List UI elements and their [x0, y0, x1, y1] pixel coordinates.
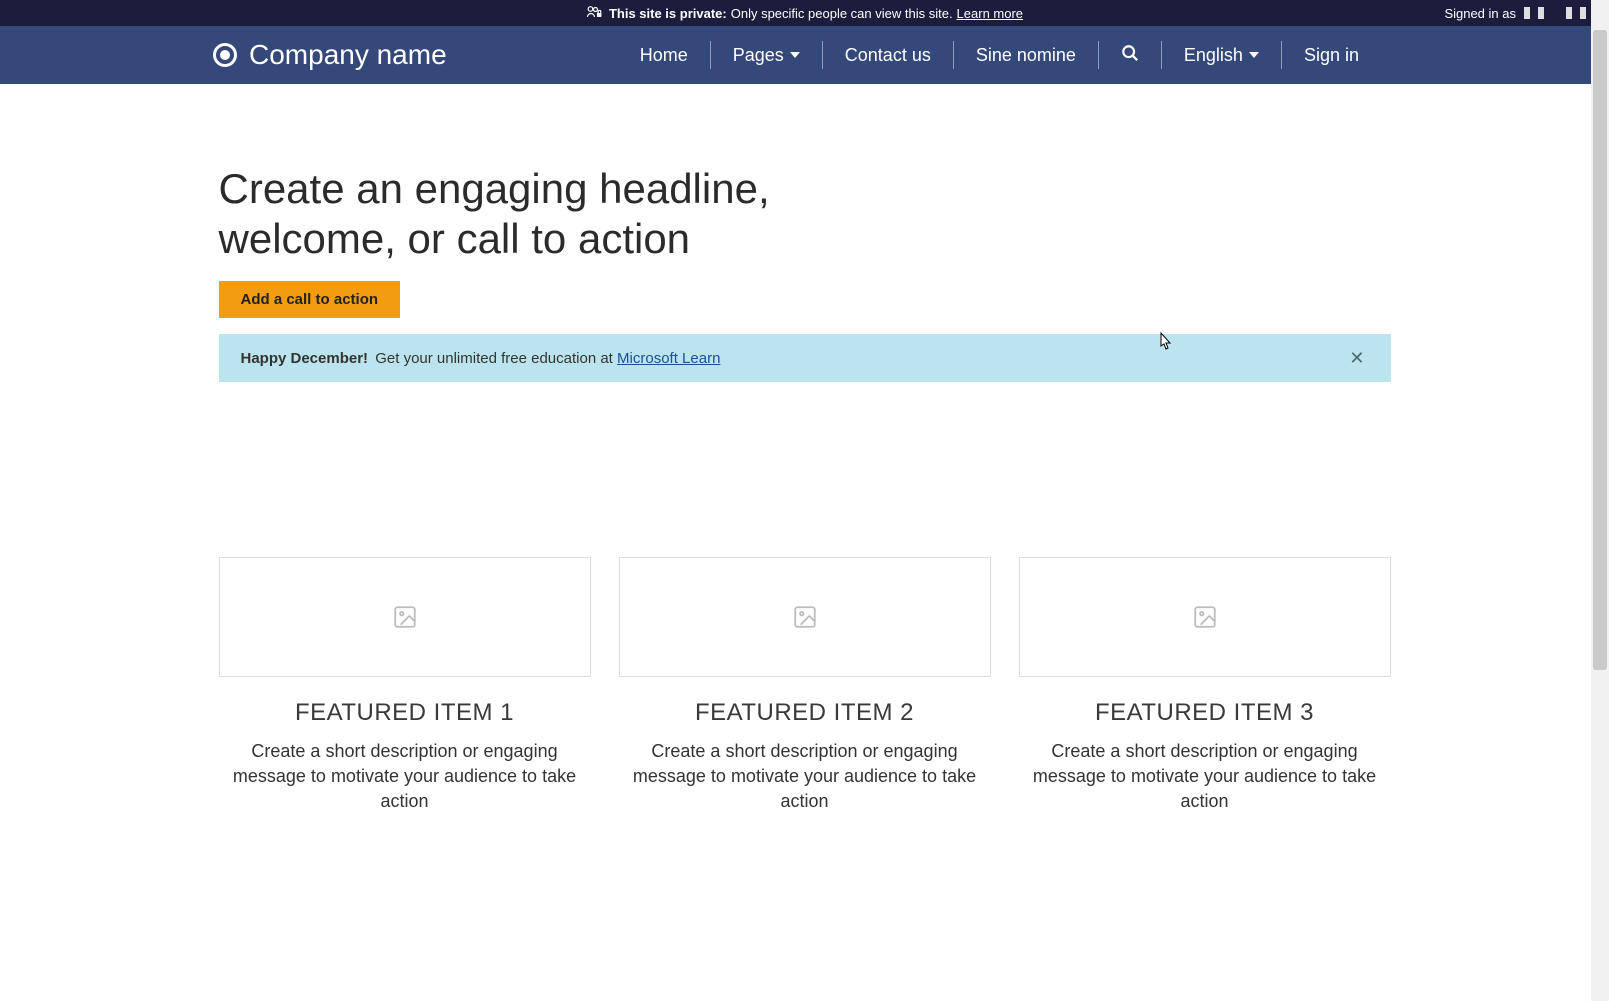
featured-title: FEATURED ITEM 1	[219, 699, 591, 727]
scrollbar-thumb[interactable]	[1593, 30, 1607, 670]
featured-item: FEATURED ITEM 3 Create a short descripti…	[1019, 557, 1391, 815]
nav-signin[interactable]: Sign in	[1282, 41, 1381, 69]
brand-logo-icon	[213, 43, 237, 67]
hero: Create an engaging headline, welcome, or…	[219, 164, 1391, 318]
nav-search[interactable]	[1099, 41, 1162, 69]
system-icon-3[interactable]	[1566, 7, 1572, 19]
featured-item: FEATURED ITEM 2 Create a short descripti…	[619, 557, 991, 815]
banner-message: Get your unlimited free education at	[375, 350, 613, 367]
page-content: Create an engaging headline, welcome, or…	[219, 84, 1391, 855]
nav-signin-label: Sign in	[1304, 45, 1359, 66]
privacy-right: Signed in as	[1444, 6, 1597, 21]
close-icon[interactable]: ✕	[1345, 349, 1368, 367]
nav-home[interactable]: Home	[618, 41, 711, 69]
featured-title: FEATURED ITEM 3	[1019, 699, 1391, 727]
add-cta-button[interactable]: Add a call to action	[219, 281, 401, 318]
image-icon	[1192, 604, 1218, 630]
featured-desc: Create a short description or engaging m…	[1019, 739, 1391, 815]
featured-desc: Create a short description or engaging m…	[219, 739, 591, 815]
privacy-prefix: This site is private:	[609, 6, 727, 21]
banner-text: Happy December! Get your unlimited free …	[241, 350, 721, 367]
featured-title: FEATURED ITEM 2	[619, 699, 991, 727]
featured-item: FEATURED ITEM 1 Create a short descripti…	[219, 557, 591, 815]
people-lock-icon	[586, 5, 605, 22]
featured-desc: Create a short description or engaging m…	[619, 739, 991, 815]
nav-sine-nomine[interactable]: Sine nomine	[954, 41, 1099, 69]
brand-name: Company name	[249, 39, 447, 71]
learn-more-link[interactable]: Learn more	[957, 6, 1023, 21]
nav-items: Home Pages Contact us Sine nomine Englis…	[618, 41, 1381, 69]
privacy-message: This site is private: Only specific peop…	[586, 5, 1023, 22]
banner-link[interactable]: Microsoft Learn	[617, 350, 720, 367]
nav-sine-label: Sine nomine	[976, 45, 1076, 66]
chevron-down-icon	[1249, 52, 1259, 58]
brand[interactable]: Company name	[213, 39, 447, 71]
image-placeholder[interactable]	[1019, 557, 1391, 677]
chevron-down-icon	[790, 52, 800, 58]
banner-bold: Happy December!	[241, 350, 369, 367]
system-icon-2[interactable]	[1538, 7, 1544, 19]
nav-home-label: Home	[640, 45, 688, 66]
image-icon	[792, 604, 818, 630]
nav-language-label: English	[1184, 45, 1243, 66]
system-icon-4[interactable]	[1580, 7, 1586, 19]
nav-contact[interactable]: Contact us	[823, 41, 954, 69]
nav-language[interactable]: English	[1162, 41, 1282, 69]
privacy-text: Only specific people can view this site.	[731, 6, 953, 21]
nav-pages-label: Pages	[733, 45, 784, 66]
privacy-bar: This site is private: Only specific peop…	[0, 0, 1609, 26]
search-icon	[1121, 44, 1139, 67]
image-placeholder[interactable]	[219, 557, 591, 677]
image-placeholder[interactable]	[619, 557, 991, 677]
nav-pages[interactable]: Pages	[711, 41, 823, 69]
system-icon-1[interactable]	[1524, 7, 1530, 19]
signed-in-label: Signed in as	[1444, 6, 1516, 21]
page-headline: Create an engaging headline, welcome, or…	[219, 164, 919, 263]
nav-contact-label: Contact us	[845, 45, 931, 66]
main-navbar: Company name Home Pages Contact us Sine …	[0, 26, 1609, 84]
image-icon	[392, 604, 418, 630]
scrollbar[interactable]	[1591, 0, 1609, 1001]
featured-row: FEATURED ITEM 1 Create a short descripti…	[219, 557, 1391, 815]
info-banner: Happy December! Get your unlimited free …	[219, 334, 1391, 382]
